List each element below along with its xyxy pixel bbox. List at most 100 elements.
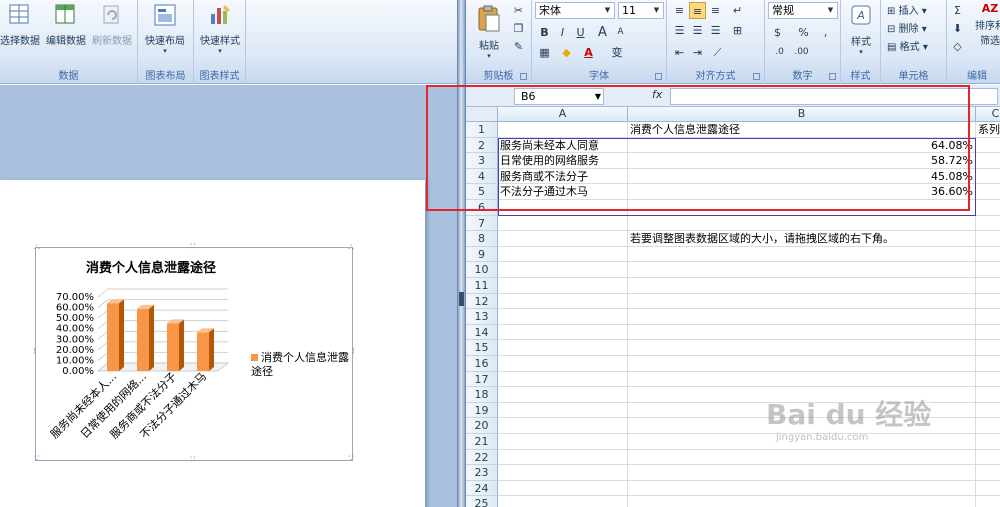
cell-C2[interactable]	[976, 138, 1000, 154]
cell-A24[interactable]	[498, 480, 628, 497]
row-header-21[interactable]: 21	[466, 434, 498, 450]
cell-B17[interactable]	[628, 371, 976, 388]
clear-icon[interactable]: ◇	[949, 38, 966, 55]
cell-A21[interactable]	[498, 434, 628, 450]
row-header-23[interactable]: 23	[466, 465, 498, 481]
row-header-24[interactable]: 24	[466, 480, 498, 497]
row-header-15[interactable]: 15	[466, 340, 498, 356]
borders-icon[interactable]: ▦	[536, 44, 553, 61]
cell-A7[interactable]	[498, 215, 628, 232]
align-bottom-icon[interactable]: ≡	[707, 2, 724, 19]
cell-A15[interactable]	[498, 340, 628, 356]
comma-style-icon[interactable]: ,	[817, 24, 834, 41]
paste-dropdown-icon[interactable]: ▾	[472, 52, 506, 60]
fill-icon[interactable]: ⬇	[949, 20, 966, 37]
clipboard-launcher-icon[interactable]	[520, 73, 527, 80]
cell-A19[interactable]	[498, 402, 628, 419]
cell-C10[interactable]	[976, 262, 1000, 278]
cell-B15[interactable]	[628, 340, 976, 356]
merge-center-icon[interactable]: ⊞	[729, 22, 746, 39]
row-header-11[interactable]: 11	[466, 278, 498, 294]
row-header-25[interactable]: 25	[466, 496, 498, 507]
quick-layout-button[interactable]: 快速布局 ▾	[143, 2, 187, 60]
grow-font-icon[interactable]: A	[594, 24, 611, 41]
cell-B22[interactable]	[628, 449, 976, 466]
cell-A16[interactable]	[498, 356, 628, 372]
paste-button[interactable]: 粘贴 ▾	[472, 4, 506, 60]
cell-A9[interactable]	[498, 246, 628, 263]
orientation-icon[interactable]: ⟋	[709, 44, 726, 61]
cell-C25[interactable]	[976, 496, 1000, 507]
cell-A17[interactable]	[498, 371, 628, 388]
number-launcher-icon[interactable]	[829, 73, 836, 80]
sort-filter-button[interactable]: AZ 排序和 筛选	[975, 2, 1000, 47]
cell-B8[interactable]: 若要调整图表数据区域的大小，请拖拽区域的右下角。	[628, 231, 976, 247]
styles-button[interactable]: A 样式 ▾	[847, 4, 875, 56]
alignment-launcher-icon[interactable]	[753, 73, 760, 80]
edit-data-button[interactable]: 编辑数据	[44, 2, 88, 60]
wrap-text-icon[interactable]: ↵	[729, 2, 746, 19]
cell-A22[interactable]	[498, 449, 628, 466]
decrease-decimal-icon[interactable]: .00	[793, 44, 810, 61]
embedded-chart[interactable]: ∴ ∷ ∴ ⁝ ⁝ ∵ ∷ ∵ 消费个人信息泄露途径 0.00% 10.00% 20…	[33, 243, 355, 465]
cell-B9[interactable]	[628, 246, 976, 263]
row-header-22[interactable]: 22	[466, 449, 498, 466]
cell-C14[interactable]	[976, 325, 1000, 341]
cell-C21[interactable]	[976, 434, 1000, 450]
cell-C8[interactable]	[976, 231, 1000, 247]
align-middle-icon[interactable]: ≡	[689, 2, 706, 19]
cell-A20[interactable]	[498, 418, 628, 434]
shrink-font-icon[interactable]: A	[612, 24, 629, 41]
cell-C5[interactable]	[976, 184, 1000, 200]
accounting-format-icon[interactable]: $	[769, 24, 786, 41]
cell-C12[interactable]	[976, 294, 1000, 310]
cell-B7[interactable]	[628, 215, 976, 232]
cell-B11[interactable]	[628, 278, 976, 294]
cell-C6[interactable]	[976, 200, 1000, 216]
cell-A13[interactable]	[498, 309, 628, 325]
cell-A10[interactable]	[498, 262, 628, 278]
row-header-17[interactable]: 17	[466, 371, 498, 388]
row-header-20[interactable]: 20	[466, 418, 498, 434]
cell-C19[interactable]	[976, 403, 1000, 419]
resize-handle-icon[interactable]: ∴	[34, 244, 40, 253]
cell-A11[interactable]	[498, 278, 628, 294]
cell-A25[interactable]	[498, 496, 628, 507]
cell-B12[interactable]	[628, 293, 976, 310]
worksheet-grid[interactable]: A B C 1 消费个人信息泄露途径 系列 2 服务尚未经本人同意 64.08% 3 日常使用的网络…	[426, 85, 1000, 507]
align-top-icon[interactable]: ≡	[671, 2, 688, 19]
cell-C17[interactable]	[976, 372, 1000, 388]
decrease-indent-icon[interactable]: ⇤	[671, 44, 688, 61]
row-header-7[interactable]: 7	[466, 215, 498, 232]
delete-cells-button[interactable]: ⊟ 删除 ▾	[887, 20, 927, 35]
row-header-18[interactable]: 18	[466, 387, 498, 403]
autosum-icon[interactable]: Σ	[949, 2, 966, 19]
underline-button[interactable]: U	[572, 24, 589, 41]
row-header-14[interactable]: 14	[466, 324, 498, 341]
column-header-C[interactable]: C	[976, 107, 1000, 122]
row-header-13[interactable]: 13	[466, 309, 498, 325]
format-painter-icon[interactable]: ✎	[510, 38, 527, 55]
cut-icon[interactable]: ✂	[510, 2, 527, 19]
cell-C23[interactable]	[976, 465, 1000, 481]
cell-C18[interactable]	[976, 387, 1000, 403]
cell-B24[interactable]	[628, 480, 976, 497]
cell-C22[interactable]	[976, 450, 1000, 466]
row-header-19[interactable]: 19	[466, 402, 498, 419]
chart-legend[interactable]: 消费个人信息泄露途径	[251, 351, 351, 379]
font-color-button[interactable]: A	[580, 44, 597, 61]
number-format-select[interactable]: 常规 ▼	[768, 2, 838, 19]
align-left-icon[interactable]: ☰	[671, 22, 688, 39]
cell-C4[interactable]	[976, 169, 1000, 185]
align-right-icon[interactable]: ☰	[707, 22, 724, 39]
align-center-icon[interactable]: ☰	[689, 22, 706, 39]
increase-decimal-icon[interactable]: .0	[771, 44, 788, 61]
copy-icon[interactable]: ❐	[510, 20, 527, 37]
row-header-16[interactable]: 16	[466, 356, 498, 372]
cell-A8[interactable]	[498, 231, 628, 247]
row-header-10[interactable]: 10	[466, 262, 498, 278]
cell-A18[interactable]	[498, 387, 628, 403]
select-data-button[interactable]: 选择数据	[0, 2, 42, 60]
increase-indent-icon[interactable]: ⇥	[689, 44, 706, 61]
resize-handle-icon[interactable]: ∷	[190, 243, 196, 252]
